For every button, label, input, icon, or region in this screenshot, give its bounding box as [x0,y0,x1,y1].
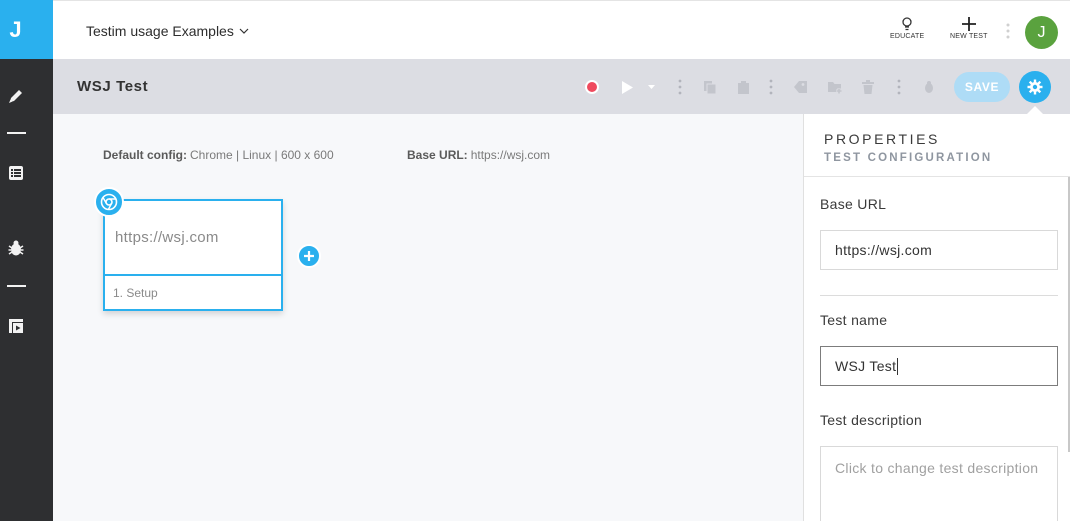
chrome-icon [94,187,124,217]
rail-divider [7,132,26,134]
gear-icon [1027,79,1043,95]
play-options-dropdown[interactable] [647,78,655,96]
list-icon[interactable] [7,164,25,182]
record-icon [585,80,599,94]
bug-icon[interactable] [7,239,25,257]
avatar-initial: J [1037,23,1046,41]
test-name-field-label: Test name [820,312,888,328]
step-label: 1. Setup [113,286,158,300]
add-step-button[interactable] [297,244,321,268]
test-description-textarea[interactable]: Click to change test description [820,446,1058,521]
bug-icon[interactable] [921,78,937,96]
test-toolbar: WSJ Test SAVE [53,59,1070,114]
toolbar-divider-dots [677,78,683,96]
panel-title: PROPERTIES [824,131,940,147]
avatar[interactable]: J [1025,16,1058,49]
runs-icon[interactable] [7,317,25,335]
play-icon [621,80,633,94]
record-button[interactable] [583,78,601,96]
plus-icon [304,251,314,261]
base-url-label: Base URL: [407,148,468,162]
top-bar: Testim usage Examples EDUCATE NEW TEST J [53,0,1070,59]
educate-label: EDUCATE [890,33,925,40]
test-canvas: Default config: Chrome | Linux | 600 x 60… [53,114,804,521]
panel-header: PROPERTIES TEST CONFIGURATION [804,114,1070,177]
toolbar-divider-dots [896,78,902,96]
paste-icon[interactable] [735,78,751,96]
test-name-input[interactable]: WSJ Test [820,346,1058,386]
trash-icon[interactable] [861,78,875,96]
lightbulb-icon [902,17,912,31]
panel-divider [820,295,1058,296]
default-config-value: Chrome | Linux | 600 x 600 [190,148,334,162]
new-test-label: NEW TEST [950,33,988,40]
toolbar-divider-dots [768,78,774,96]
test-title: WSJ Test [77,78,149,95]
step-url: https://wsj.com [115,229,219,246]
base-url-field-label: Base URL [820,196,887,212]
rail-divider [7,285,26,287]
caret-down-icon [647,85,655,89]
copy-icon[interactable] [702,78,718,96]
step-divider [105,274,281,276]
properties-panel: PROPERTIES TEST CONFIGURATION Base URL h… [803,114,1070,521]
tag-icon[interactable] [792,78,808,96]
app-root: J Testim usage Examples EDUCATE NEW TEST [0,0,1070,521]
left-rail: J [0,0,53,521]
play-button[interactable] [620,78,634,96]
plus-icon [961,17,976,31]
test-name-input-value: WSJ Test [835,358,897,374]
more-menu-icon[interactable] [1006,23,1010,39]
panel-subtitle: TEST CONFIGURATION [824,152,993,164]
add-to-folder-icon[interactable] [826,78,843,96]
logo-letter: J [9,16,22,42]
pencil-icon[interactable] [7,87,25,105]
base-url-info: Base URL: https://wsj.com [407,148,550,162]
new-test-button[interactable]: NEW TEST [950,17,988,40]
chevron-down-icon [239,28,249,34]
base-url-input-value: https://wsj.com [835,242,933,258]
project-selector[interactable]: Testim usage Examples [86,23,249,39]
base-url-value: https://wsj.com [470,148,551,162]
test-description-field-label: Test description [820,412,923,428]
save-button[interactable]: SAVE [954,72,1010,102]
default-config-label: Default config: [103,148,187,162]
text-cursor [897,357,899,375]
test-description-placeholder: Click to change test description [835,460,1039,476]
default-config[interactable]: Default config: Chrome | Linux | 600 x 60… [103,148,334,162]
educate-button[interactable]: EDUCATE [890,17,924,40]
base-url-input[interactable]: https://wsj.com [820,230,1058,270]
panel-pointer [1027,106,1043,114]
settings-button[interactable] [1019,71,1051,103]
setup-step-card[interactable]: https://wsj.com 1. Setup [103,199,283,311]
app-logo[interactable]: J [0,0,53,59]
project-name: Testim usage Examples [86,23,234,39]
